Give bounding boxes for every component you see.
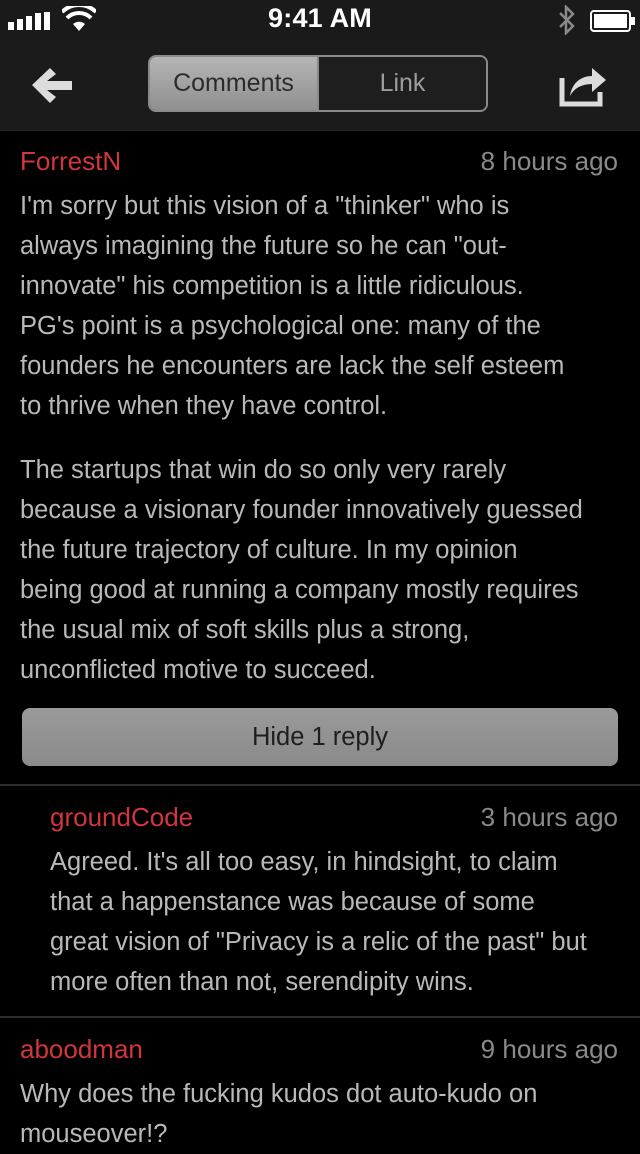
comment-line: always imagining the future so he can "o… bbox=[20, 232, 507, 260]
comment-reply: groundCode 3 hours ago Agreed. It's all … bbox=[0, 802, 640, 996]
comment-line: The startups that win do so only very ra… bbox=[20, 456, 507, 484]
back-button[interactable] bbox=[28, 62, 78, 108]
comment-body: I'm sorry but this vision of a "thinker"… bbox=[20, 186, 583, 690]
comment-line: I'm sorry but this vision of a "thinker"… bbox=[20, 192, 510, 220]
segmented-control: Comments Link bbox=[148, 55, 488, 112]
comment-line: PG's point is a psychological one: many … bbox=[20, 312, 541, 340]
status-bar: 9:41 AM bbox=[0, 0, 640, 40]
comment-line: Agreed. It's all too easy, in hindsight,… bbox=[50, 848, 558, 876]
comment-line: great vision of "Privacy is a relic of t… bbox=[50, 928, 587, 956]
tab-link[interactable]: Link bbox=[317, 57, 486, 110]
comment-line: to thrive when they have control. bbox=[20, 392, 388, 420]
comment-line: more often than not, serendipity wins. bbox=[50, 968, 474, 996]
comment-line: unconflicted motive to succeed. bbox=[20, 656, 376, 684]
comment-author[interactable]: ForrestN bbox=[20, 146, 121, 177]
navigation-bar: Comments Link bbox=[0, 40, 640, 131]
comment-line: Why does the fucking kudos dot auto-kudo… bbox=[20, 1080, 538, 1108]
tab-comments[interactable]: Comments bbox=[150, 57, 317, 110]
status-time: 9:41 AM bbox=[268, 3, 372, 33]
comment-line: being good at running a company mostly r… bbox=[20, 576, 579, 604]
comment-author[interactable]: groundCode bbox=[50, 802, 193, 833]
comment-line: that a happenstance was because of some bbox=[50, 888, 535, 916]
share-icon bbox=[559, 68, 606, 107]
comment-body: Why does the fucking kudos dot auto-kudo… bbox=[20, 1074, 537, 1154]
comment-time: 3 hours ago bbox=[480, 802, 618, 832]
comment-time: 9 hours ago bbox=[480, 1034, 618, 1064]
share-button[interactable] bbox=[556, 62, 612, 110]
comment: ForrestN 8 hours ago I'm sorry but this … bbox=[0, 146, 640, 684]
divider bbox=[0, 784, 640, 786]
divider bbox=[0, 1016, 640, 1018]
comment-time: 8 hours ago bbox=[480, 146, 618, 176]
comment-line: founders he encounters are lack the self… bbox=[20, 352, 565, 380]
back-arrow-icon bbox=[32, 68, 72, 103]
bluetooth-icon bbox=[559, 5, 575, 35]
comment-line: mouseover!? bbox=[20, 1120, 168, 1148]
comment-line: because a visionary founder innovatively… bbox=[20, 496, 583, 524]
hide-replies-button[interactable]: Hide 1 reply bbox=[22, 708, 618, 766]
comment: aboodman 9 hours ago Why does the fuckin… bbox=[0, 1034, 640, 1148]
comment-line: the future trajectory of culture. In my … bbox=[20, 536, 518, 564]
comment-author[interactable]: aboodman bbox=[20, 1034, 143, 1065]
battery-icon bbox=[590, 10, 635, 32]
comment-line: the usual mix of soft skills plus a stro… bbox=[20, 616, 470, 644]
comment-line: innovate" his competition is a little ri… bbox=[20, 272, 524, 300]
comment-body: Agreed. It's all too easy, in hindsight,… bbox=[50, 842, 587, 1002]
